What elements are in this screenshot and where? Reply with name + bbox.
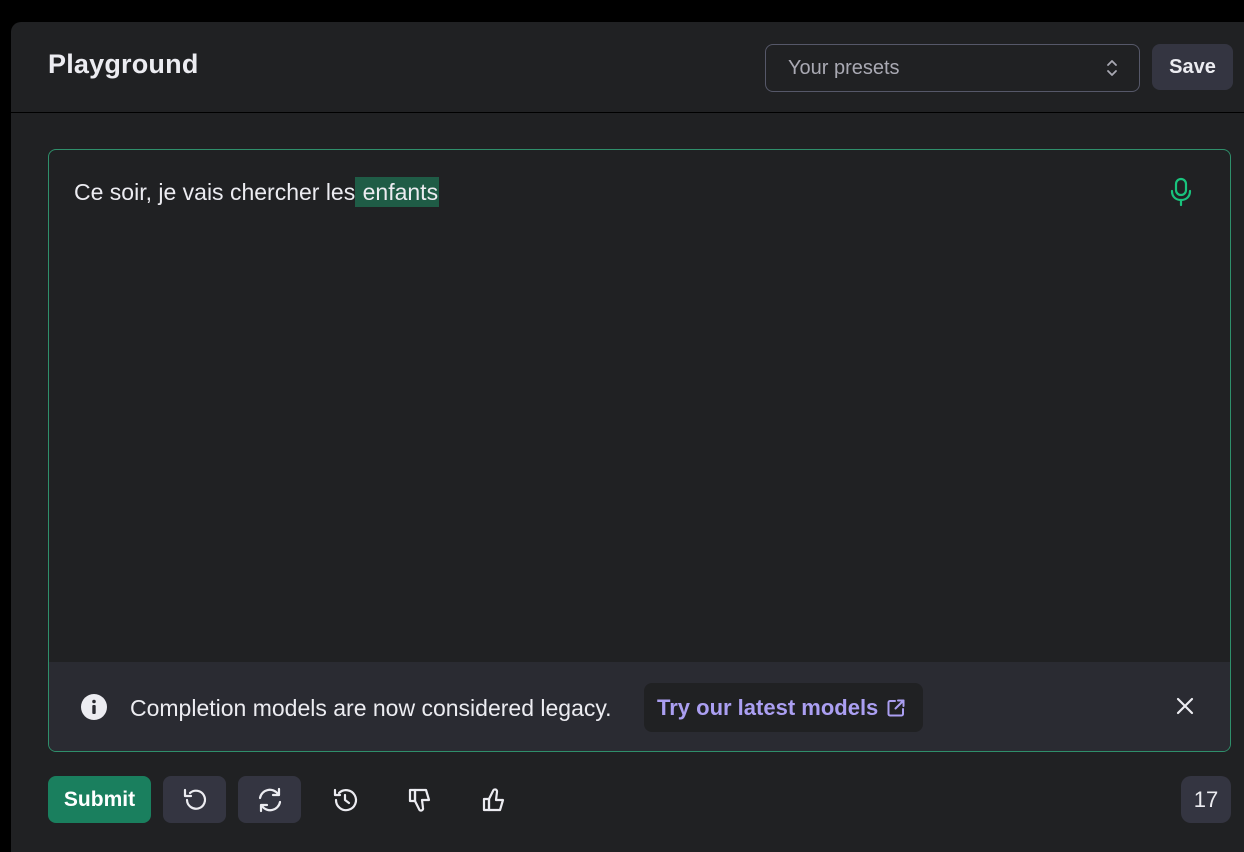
thumbs-down-icon	[406, 786, 434, 814]
prompt-text-area[interactable]: Ce soir, je vais chercher les enfants	[74, 177, 440, 207]
page-title: Playground	[48, 49, 199, 79]
latest-models-link-label: Try our latest models	[657, 694, 879, 720]
thumbs-down-button[interactable]	[400, 776, 440, 823]
banner-message: Completion models are now considered leg…	[130, 695, 612, 721]
history-button[interactable]	[325, 776, 365, 823]
playground-window: Playground Your presets Save Ce soir, je…	[11, 22, 1244, 852]
header: Playground Your presets Save	[11, 22, 1244, 113]
history-icon	[331, 786, 359, 814]
presets-placeholder: Your presets	[788, 56, 900, 79]
thumbs-up-icon	[480, 786, 508, 814]
info-icon	[80, 693, 108, 721]
prompt-editor[interactable]: Ce soir, je vais chercher les enfants Co…	[48, 149, 1231, 752]
regenerate-icon	[255, 786, 285, 814]
presets-select[interactable]: Your presets	[765, 44, 1140, 92]
regenerate-button[interactable]	[238, 776, 301, 823]
external-link-icon	[886, 698, 906, 718]
undo-icon	[181, 786, 209, 814]
save-button[interactable]: Save	[1152, 44, 1233, 90]
thumbs-up-button[interactable]	[474, 776, 514, 823]
latest-models-link[interactable]: Try our latest models	[644, 683, 923, 732]
prompt-text: Ce soir, je vais chercher les	[74, 179, 356, 205]
token-count-badge: 17	[1181, 776, 1231, 823]
close-icon[interactable]	[1176, 697, 1194, 715]
chevron-updown-icon	[1105, 57, 1119, 79]
completion-highlight: enfants	[355, 177, 440, 207]
legacy-banner: Completion models are now considered leg…	[49, 662, 1230, 751]
undo-button[interactable]	[163, 776, 226, 823]
microphone-icon[interactable]	[1168, 177, 1194, 207]
submit-button[interactable]: Submit	[48, 776, 151, 823]
